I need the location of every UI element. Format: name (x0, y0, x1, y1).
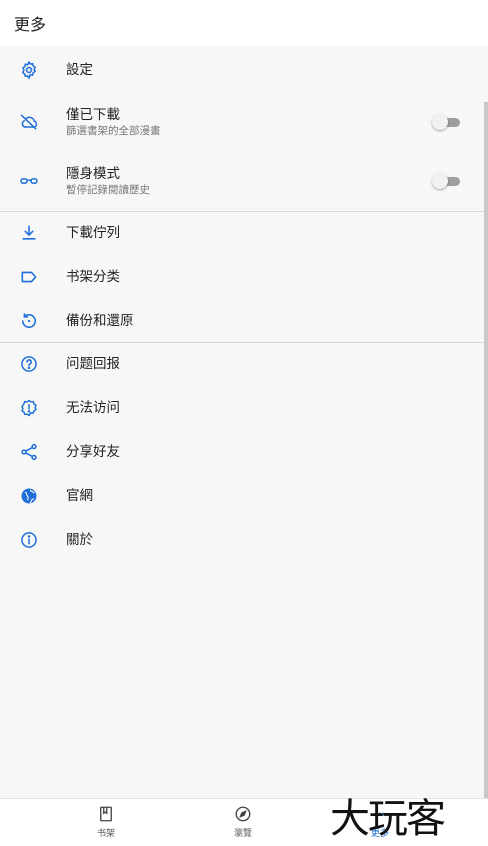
menu-item-title: 无法访问 (66, 399, 120, 416)
glasses-icon (19, 171, 39, 191)
menu-item-title: 備份和還原 (66, 312, 134, 329)
menu-item-downloaded-only[interactable]: 僅已下載 篩選書架的全部漫畫 (0, 100, 484, 144)
nav-browse[interactable]: 瀏覽 (213, 805, 273, 843)
menu-item-unreachable[interactable]: 无法访问 (0, 387, 484, 429)
watermark-logo: 大玩客 (330, 796, 446, 842)
menu-item-website[interactable]: 官網 (0, 475, 484, 517)
scrollbar[interactable] (484, 102, 488, 798)
menu-item-title: 下載佇列 (66, 224, 120, 241)
alert-badge-icon (19, 398, 39, 418)
info-icon (19, 530, 39, 550)
menu-item-title: 關於 (66, 531, 93, 548)
menu-item-settings[interactable]: 設定 (0, 48, 484, 92)
nav-label: 书架 (96, 829, 115, 839)
help-circle-icon (19, 354, 39, 374)
menu-item-download-queue[interactable]: 下載佇列 (0, 212, 484, 254)
page-title: 更多 (14, 15, 47, 34)
cloud-off-icon (19, 112, 39, 132)
book-icon (97, 805, 115, 823)
toggle-thumb (432, 173, 448, 189)
menu-item-report[interactable]: 问题回报 (0, 343, 484, 385)
menu-item-about[interactable]: 關於 (0, 519, 484, 561)
menu-item-subtitle: 篩選書架的全部漫畫 (66, 124, 161, 137)
incognito-toggle[interactable] (432, 173, 460, 189)
nav-label: 瀏覽 (233, 829, 252, 839)
menu-item-title: 設定 (66, 61, 93, 78)
menu-item-title: 官網 (66, 487, 93, 504)
toggle-thumb (432, 114, 448, 130)
menu-item-title: 隱身模式 (66, 165, 120, 182)
menu-item-share[interactable]: 分享好友 (0, 431, 484, 473)
restore-icon (19, 311, 39, 331)
menu-item-title: 僅已下載 (66, 106, 120, 123)
download-icon (19, 223, 39, 243)
menu-item-categories[interactable]: 书架分类 (0, 256, 484, 298)
share-icon (19, 442, 39, 462)
menu-item-title: 分享好友 (66, 443, 120, 460)
nav-library[interactable]: 书架 (76, 805, 136, 843)
gear-icon (19, 60, 39, 80)
menu-item-title: 书架分类 (66, 268, 120, 285)
downloaded-only-toggle[interactable] (432, 114, 460, 130)
compass-icon (234, 805, 252, 823)
app-bar: 更多 (0, 0, 488, 46)
label-icon (19, 267, 39, 287)
menu-item-subtitle: 暫停記錄閱讀歷史 (66, 183, 150, 196)
menu-item-incognito[interactable]: 隱身模式 暫停記錄閱讀歷史 (0, 159, 484, 203)
menu-item-backup-restore[interactable]: 備份和還原 (0, 300, 484, 342)
globe-icon (19, 486, 39, 506)
menu-item-title: 问题回报 (66, 355, 120, 372)
